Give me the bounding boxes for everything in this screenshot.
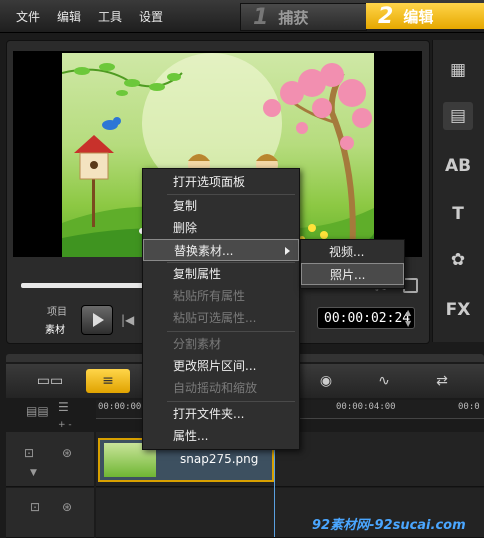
ruler-label: 00:0 — [458, 402, 480, 412]
go-to-start-icon[interactable]: |◀ — [121, 313, 134, 327]
step-number: 1 — [253, 4, 269, 30]
zoom-control[interactable]: + - — [58, 420, 72, 430]
menu-separator — [167, 401, 295, 402]
menu-delete[interactable]: 删除 — [143, 217, 299, 239]
menu-paste-selective-attributes: 粘贴可选属性... — [173, 311, 257, 325]
library-toolbar: ▦ ▤ AB T ✿ FX — [432, 40, 484, 342]
mode-clip-label[interactable]: 素材 — [45, 321, 65, 336]
submenu-photo[interactable]: 照片... — [301, 263, 404, 285]
menu-edit[interactable]: 编辑 — [48, 8, 89, 25]
lock-icon[interactable]: ⊡ — [30, 500, 40, 514]
graphics-icon[interactable]: ✿ — [443, 246, 473, 274]
storyboard-view-icon[interactable]: ▭▭ — [28, 369, 72, 393]
menu-open-options[interactable]: 打开选项面板 — [143, 171, 299, 193]
menu-settings[interactable]: 设置 — [130, 8, 171, 25]
collapse-arrow-icon[interactable]: ▼ — [30, 468, 37, 478]
menu-open-folder[interactable]: 打开文件夹... — [143, 403, 299, 425]
menu-tools[interactable]: 工具 — [89, 8, 130, 25]
overlay-track-header: ⊡ ⊛ — [6, 488, 94, 538]
play-button[interactable] — [81, 305, 113, 335]
menu-paste-all-attributes: 粘贴所有属性 — [173, 289, 246, 303]
auto-music-icon[interactable]: ⇄ — [420, 369, 464, 393]
menu-file[interactable]: 文件 — [0, 8, 48, 25]
menu-item-label: 替换素材... — [174, 244, 234, 258]
record-icon[interactable]: ◉ — [304, 369, 348, 393]
timecode-display[interactable]: 00:00:02:24 — [317, 307, 415, 329]
menu-replace-clip[interactable]: 替换素材... — [143, 239, 299, 261]
menu-copy[interactable]: 复制 — [143, 195, 299, 217]
title-ab-icon[interactable]: AB — [443, 152, 473, 180]
ruler-label: 00:00:04:00 — [336, 402, 396, 412]
audio-wave-icon[interactable]: ∿ — [362, 369, 406, 393]
track-manager-icon[interactable]: ▤▤ — [26, 404, 49, 418]
timeline-view-icon[interactable]: ≡ — [86, 369, 130, 393]
menu-change-photo-duration[interactable]: 更改照片区间... — [143, 355, 299, 377]
tab-label: 编辑 — [403, 7, 434, 26]
video-track-header: ⊡ ⊛ ▼ — [6, 432, 94, 487]
menu-properties[interactable]: 属性... — [143, 425, 299, 447]
lock-icon[interactable]: ⊡ — [24, 446, 34, 460]
mode-project-label[interactable]: 项目 — [47, 303, 67, 318]
menu-copy-attributes[interactable]: 复制属性 — [143, 263, 299, 285]
menu-split-clip: 分割素材 — [173, 337, 222, 351]
step-number: 2 — [378, 3, 394, 29]
clip-name: snap275.png — [180, 452, 259, 466]
timecode-spinner[interactable]: ▲ ▼ — [405, 307, 411, 329]
context-menu: 打开选项面板 复制 删除 替换素材... 复制属性 粘贴所有属性 粘贴可选属性.… — [142, 168, 300, 450]
ruler-label: 00:00:00 — [98, 402, 142, 412]
expand-icon[interactable] — [403, 278, 418, 293]
list-icon[interactable]: ☰ — [58, 400, 69, 414]
replace-submenu: 视频... 照片... — [300, 239, 405, 289]
submenu-video[interactable]: 视频... — [301, 241, 404, 263]
title-icon[interactable]: T — [443, 200, 473, 228]
tab-edit[interactable]: 2 编辑 — [366, 3, 484, 29]
top-bar: 文件 编辑 工具 设置 1 捕获 2 编辑 — [0, 0, 484, 33]
film-reel-icon: ⊛ — [62, 500, 73, 514]
media-icon[interactable]: ▦ — [443, 56, 473, 84]
menu-bar: 文件 编辑 工具 设置 — [0, 0, 171, 32]
transition-icon[interactable]: ▤ — [443, 102, 473, 130]
watermark: 92素材网-92sucai.com — [312, 518, 466, 533]
tab-capture[interactable]: 1 捕获 — [240, 3, 367, 31]
menu-auto-pan-zoom: 自动摇动和缩放 — [173, 381, 258, 395]
fx-icon[interactable]: FX — [443, 296, 473, 324]
film-reel-icon: ⊛ — [62, 446, 73, 460]
tab-label: 捕获 — [278, 8, 309, 27]
menu-separator — [167, 331, 295, 332]
submenu-arrow-icon — [285, 247, 290, 255]
